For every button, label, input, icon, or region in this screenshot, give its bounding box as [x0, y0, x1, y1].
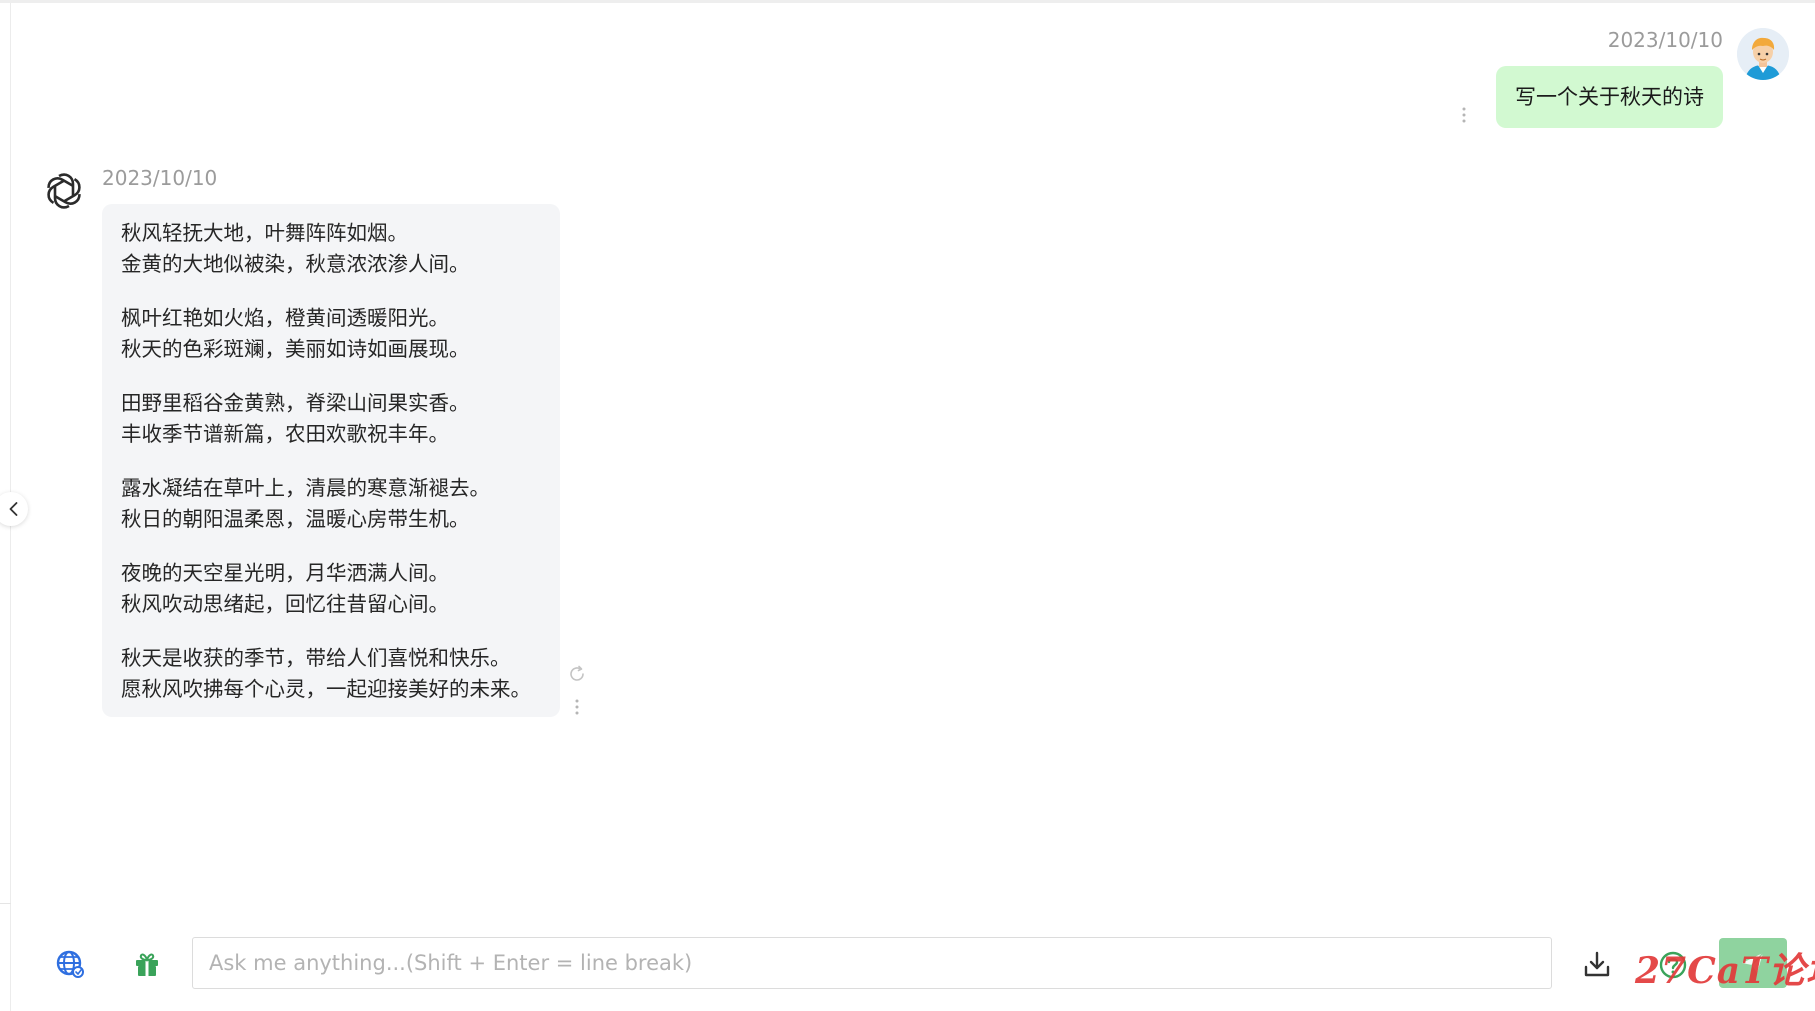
poem-stanza: 露水凝结在草叶上，清晨的寒意渐褪去。 秋日的朝阳温柔恩，温暖心房带生机。: [121, 473, 541, 535]
poem-line: 丰收季节谱新篇，农田欢歌祝丰年。: [121, 422, 449, 446]
poem-line: 田野里稻谷金黄熟，脊梁山间果实香。: [121, 391, 470, 415]
poem-line: 秋风轻抚大地，叶舞阵阵如烟。: [121, 221, 408, 245]
prompt-gift-button[interactable]: [132, 949, 162, 979]
send-button[interactable]: [1719, 938, 1787, 988]
input-area-divider: [0, 903, 11, 904]
send-icon: [1742, 952, 1764, 973]
help-button[interactable]: [1657, 949, 1689, 981]
chat-app: 2023/10/10 写一个关于秋天的诗 2023/10/10 秋风轻抚大地，叶…: [0, 0, 1815, 1011]
help-icon: [1659, 951, 1687, 979]
poem-stanza: 田野里稻谷金黄熟，脊梁山间果实香。 丰收季节谱新篇，农田欢歌祝丰年。: [121, 388, 541, 450]
poem-line: 枫叶红艳如火焰，橙黄间透暖阳光。: [121, 306, 449, 330]
regenerate-button[interactable]: [567, 664, 587, 688]
openai-logo-icon: [41, 168, 87, 214]
refresh-icon: [570, 665, 584, 681]
more-vertical-icon: [575, 699, 579, 715]
poem-line: 秋天是收获的季节，带给人们喜悦和快乐。: [121, 646, 511, 670]
poem-line: 露水凝结在草叶上，清晨的寒意渐褪去。: [121, 476, 490, 500]
chat-message-input[interactable]: [192, 937, 1552, 989]
bot-message-more-button[interactable]: [573, 698, 581, 720]
poem-line: 秋天的色彩斑斓，美丽如诗如画展现。: [121, 337, 470, 361]
poem-line: 愿秋风吹拂每个心灵，一起迎接美好的未来。: [121, 677, 531, 701]
globe-icon: [56, 950, 84, 978]
user-message-more-button[interactable]: [1460, 106, 1468, 128]
top-border: [0, 0, 1815, 3]
user-avatar-icon: [1737, 28, 1789, 80]
bot-message-bubble: 秋风轻抚大地，叶舞阵阵如烟。 金黄的大地似被染，秋意浓浓渗人间。 枫叶红艳如火焰…: [102, 204, 560, 717]
chevron-left-icon: [9, 502, 18, 516]
poem-line: 秋风吹动思绪起，回忆往昔留心间。: [121, 592, 449, 616]
poem-stanza: 枫叶红艳如火焰，橙黄间透暖阳光。 秋天的色彩斑斓，美丽如诗如画展现。: [121, 303, 541, 365]
poem-stanza: 秋天是收获的季节，带给人们喜悦和快乐。 愿秋风吹拂每个心灵，一起迎接美好的未来。: [121, 643, 541, 705]
poem-line: 秋日的朝阳温柔恩，温暖心房带生机。: [121, 507, 470, 531]
web-search-button[interactable]: [55, 949, 85, 979]
poem-line: 夜晚的天空星光明，月华洒满人间。: [121, 561, 449, 585]
bot-message-timestamp: 2023/10/10: [102, 166, 218, 190]
export-chat-button[interactable]: [1581, 949, 1613, 981]
poem-line: 金黄的大地似被染，秋意浓浓渗人间。: [121, 252, 470, 276]
poem-stanza: 秋风轻抚大地，叶舞阵阵如烟。 金黄的大地似被染，秋意浓浓渗人间。: [121, 218, 541, 280]
sidebar-collapse-button[interactable]: [0, 492, 28, 526]
more-vertical-icon: [1462, 107, 1466, 123]
gift-icon: [136, 953, 158, 976]
download-icon: [1584, 951, 1610, 977]
user-message-bubble: 写一个关于秋天的诗: [1496, 66, 1723, 128]
poem-stanza: 夜晚的天空星光明，月华洒满人间。 秋风吹动思绪起，回忆往昔留心间。: [121, 558, 541, 620]
user-message-timestamp: 2023/10/10: [1607, 28, 1723, 52]
